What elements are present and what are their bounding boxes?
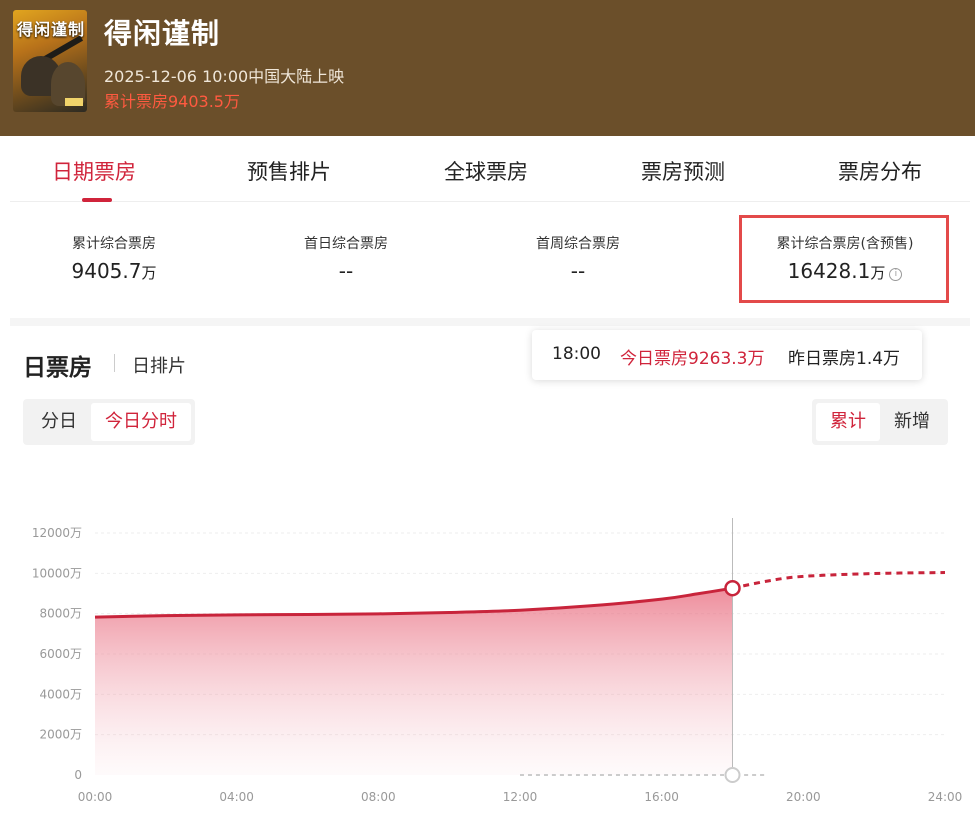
y-tick-label: 10000万 [32,566,82,580]
box-office-chart[interactable]: 0 2000万 4000万 6000万 8000万 10000万 12000万 00:00 0… [0,0,975,825]
tooltip-yesterday: 昨日票房1.4万 [788,349,901,369]
data-point-marker-zero[interactable] [724,767,741,783]
y-tick-label: 2000万 [39,728,82,742]
y-tick-label: 4000万 [39,687,82,701]
series-line-forecast [732,571,946,590]
data-point-marker[interactable] [724,579,741,597]
x-tick-label: 20:00 [786,790,821,804]
tooltip-today: 今日票房9263.3万 [620,349,765,369]
tooltip-time: 18:00 [552,344,601,364]
y-tick-label: 0 [74,768,82,782]
y-tick-label: 6000万 [39,647,82,661]
x-tick-label: 12:00 [503,790,538,804]
x-tick-label: 04:00 [219,790,254,804]
x-tick-label: 08:00 [361,790,396,804]
y-tick-label: 8000万 [39,607,82,621]
x-tick-label: 24:00 [928,790,963,804]
x-tick-label: 16:00 [644,790,679,804]
chart-tooltip: 18:00 今日票房9263.3万 昨日票房1.4万 [532,330,922,380]
x-tick-label: 00:00 [78,790,113,804]
y-tick-label: 12000万 [32,526,82,540]
